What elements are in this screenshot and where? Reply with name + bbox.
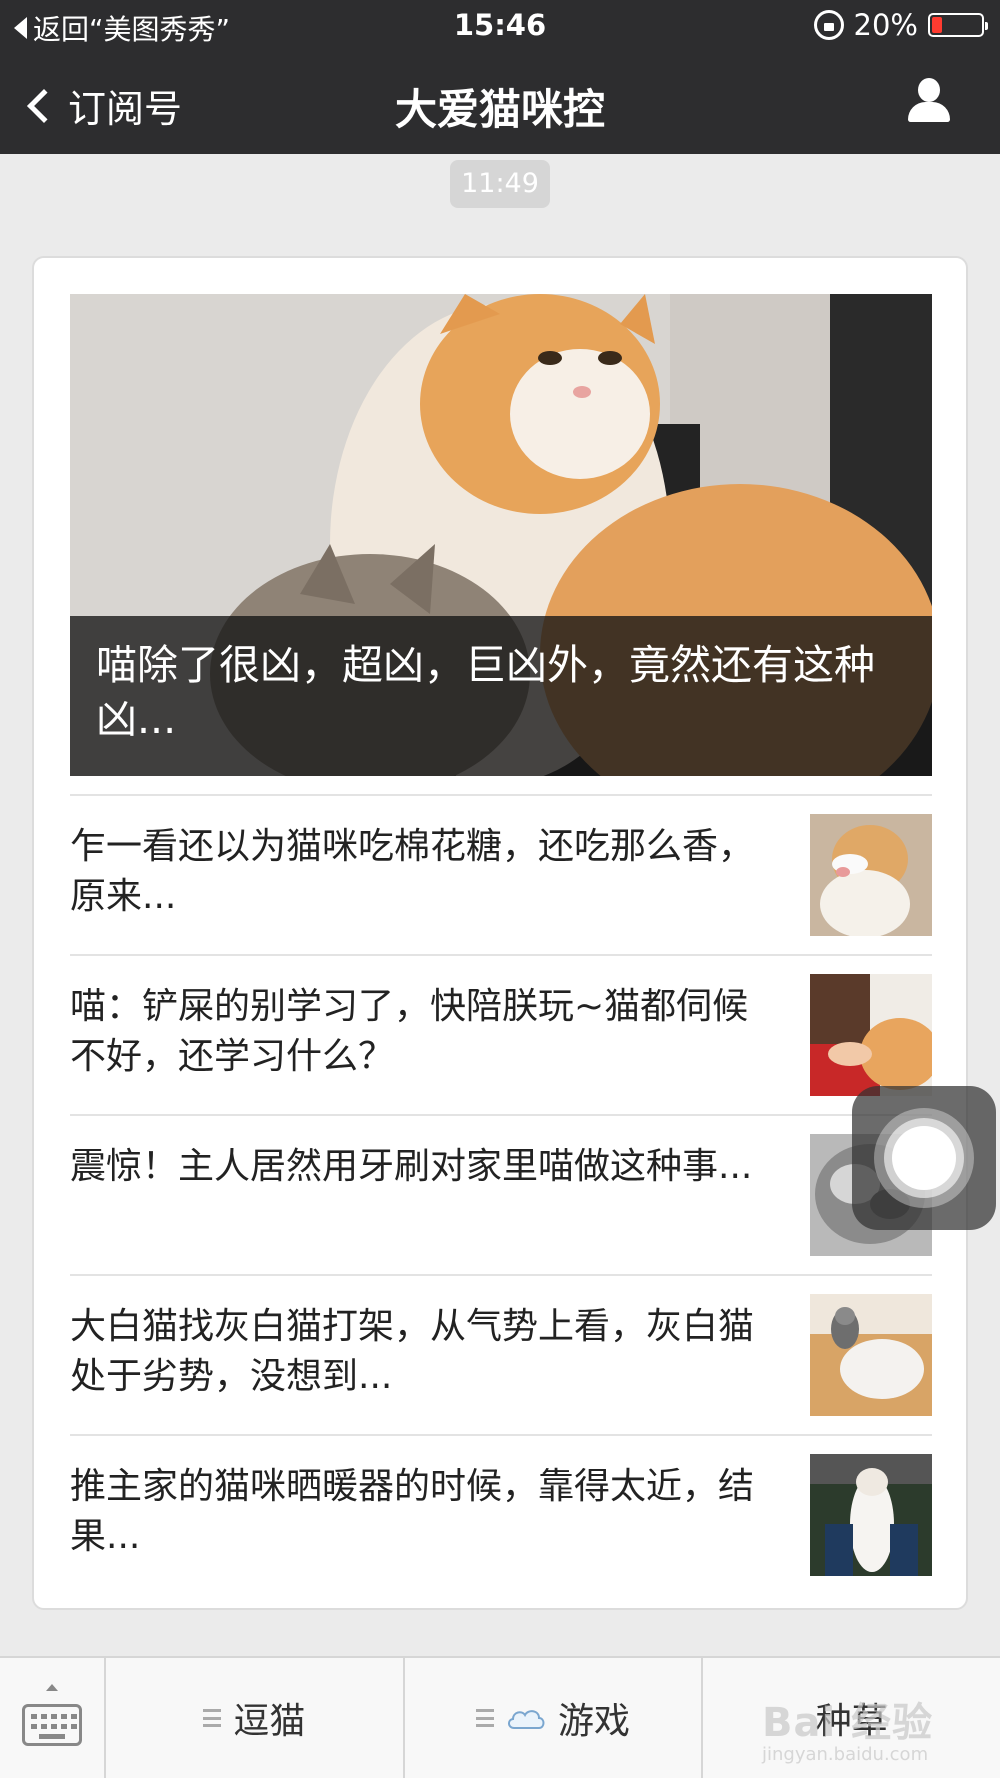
cloud-icon <box>508 1710 545 1729</box>
hero-article[interactable]: 喵除了很凶，超凶，巨凶外，竟然还有这种凶... <box>70 294 932 776</box>
keyboard-toggle-button[interactable] <box>0 1658 106 1778</box>
article-title: 推主家的猫咪晒暖器的时候，靠得太近，结果... <box>70 1466 755 1557</box>
person-icon-body <box>908 102 950 122</box>
rotation-lock-icon <box>813 10 844 40</box>
menu-item-label: 逗猫 <box>233 1701 306 1742</box>
article-title: 大白猫找灰白猫打架，从气势上看，灰白猫处于劣势，没想到... <box>70 1306 755 1397</box>
list-item[interactable]: 推主家的猫咪晒暖器的时候，靠得太近，结果... <box>70 1434 932 1594</box>
return-to-app[interactable]: 返回“美图秀秀” <box>14 8 230 48</box>
return-app-label: 返回“美图秀秀” <box>33 13 231 46</box>
article-thumbnail <box>810 814 932 936</box>
menu-item-label: 游戏 <box>558 1701 631 1742</box>
list-item[interactable]: 乍一看还以为猫咪吃棉花糖，还吃那么香，原来... <box>70 794 932 954</box>
assistive-touch-button[interactable] <box>852 1086 996 1230</box>
article-title: 乍一看还以为猫咪吃棉花糖，还吃那么香，原来... <box>70 826 755 917</box>
chevron-left-icon <box>27 88 61 123</box>
list-item[interactable]: 大白猫找灰白猫打架，从气势上看，灰白猫处于劣势，没想到... <box>70 1274 932 1434</box>
article-card: 喵除了很凶，超凶，巨凶外，竟然还有这种凶... 乍一看还以为猫咪吃棉花糖，还吃那… <box>32 256 968 1610</box>
article-list: 乍一看还以为猫咪吃棉花糖，还吃那么香，原来... 喵：铲屎的别学习了，快陪朕玩~… <box>70 794 932 1594</box>
article-thumbnail <box>810 974 932 1096</box>
back-triangle-icon <box>14 17 27 39</box>
battery-icon <box>928 13 988 37</box>
list-item[interactable]: 震惊！主人居然用牙刷对家里喵做这种事... <box>70 1114 932 1274</box>
article-thumbnail <box>810 1454 932 1576</box>
menu-item-tease-cat[interactable]: 逗猫 <box>106 1658 405 1778</box>
menu-lines-icon <box>476 1709 494 1727</box>
battery-level-fill <box>932 17 942 33</box>
menu-item-games[interactable]: 游戏 <box>405 1658 704 1778</box>
nav-bar: 订阅号 大爱猫咪控 <box>0 50 1000 154</box>
article-title: 喵：铲屎的别学习了，快陪朕玩~猫都伺候不好，还学习什么？ <box>70 986 749 1077</box>
menu-lines-icon <box>203 1709 222 1727</box>
person-icon[interactable] <box>906 78 952 124</box>
watermark-url: jingyan.baidu.com <box>762 1744 929 1765</box>
article-title: 震惊！主人居然用牙刷对家里喵做这种事... <box>70 1146 753 1187</box>
status-right: 20% <box>813 8 988 42</box>
article-thumbnail <box>810 1294 932 1416</box>
person-icon-head <box>918 78 940 102</box>
keyboard-up-arrow-icon <box>46 1684 58 1691</box>
back-button-label: 订阅号 <box>68 87 183 131</box>
hero-caption: 喵除了很凶，超凶，巨凶外，竟然还有这种凶... <box>70 616 932 776</box>
watermark-main: Bai 经验 <box>762 1700 934 1746</box>
status-bar: 返回“美图秀秀” 15:46 20% <box>0 0 1000 50</box>
keyboard-icon <box>22 1704 82 1746</box>
back-button[interactable]: 订阅号 <box>27 78 183 133</box>
assistive-ring-inner <box>892 1126 956 1190</box>
battery-percent: 20% <box>853 8 918 42</box>
baidu-jingyan-watermark: Bai 经验 jingyan.baidu.com <box>762 1690 933 1765</box>
list-item[interactable]: 喵：铲屎的别学习了，快陪朕玩~猫都伺候不好，还学习什么？ <box>70 954 932 1114</box>
message-timestamp: 11:49 <box>450 160 550 208</box>
